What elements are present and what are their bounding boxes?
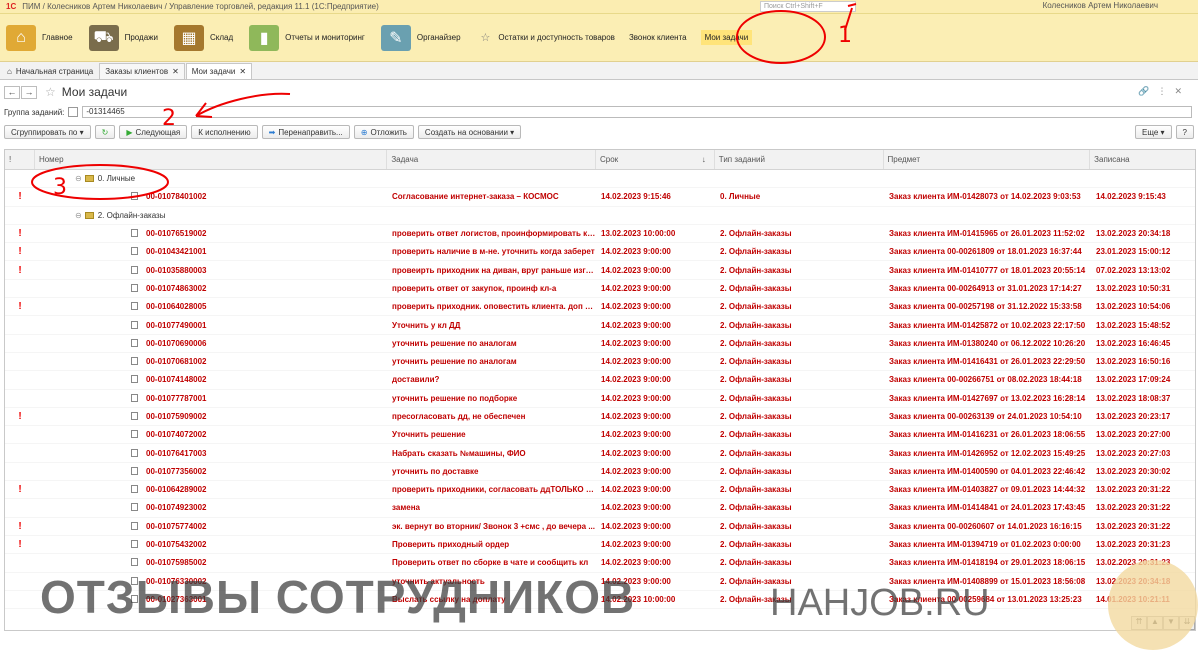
annotation-label-2: 2 [162, 106, 176, 131]
annotation-label-1: 1 [838, 23, 852, 48]
annotation-label-3: 3 [53, 175, 67, 200]
annotation-circle-1 [736, 10, 826, 64]
annotation-layer: 1 2 3 [31, 3, 857, 200]
annotation-arrow-2 [195, 92, 291, 118]
